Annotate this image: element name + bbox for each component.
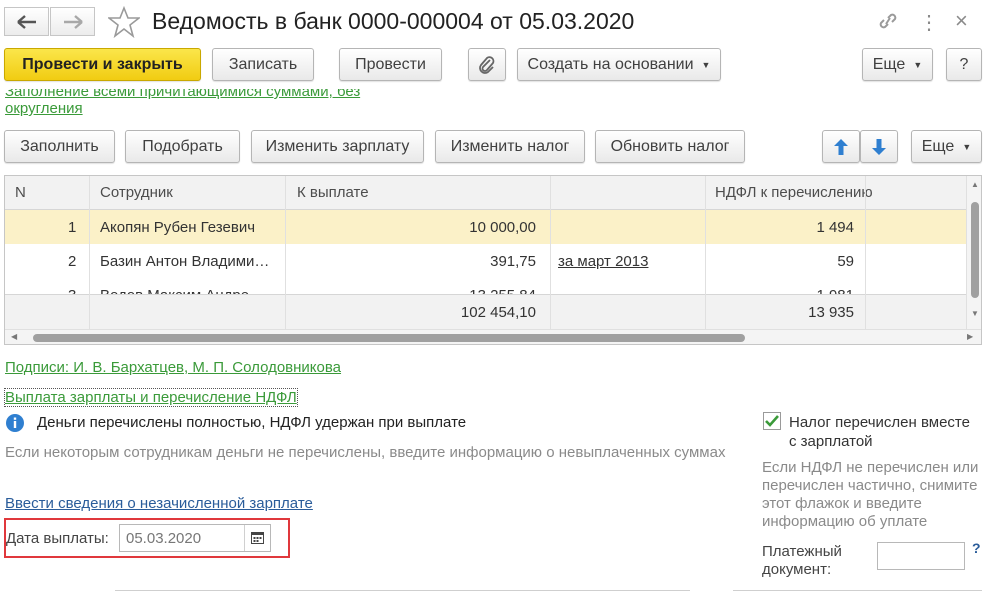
column-divider: [550, 176, 551, 329]
tax-hint-line2: перечислен частично, снимите: [762, 477, 978, 494]
scroll-left-arrow-icon[interactable]: ◀: [11, 332, 17, 341]
arrow-up-icon: [834, 138, 848, 155]
payment-doc-label-line2: документ:: [762, 561, 832, 578]
payment-doc-help-icon[interactable]: ?: [972, 540, 981, 556]
tax-hint-text: Если НДФЛ не перечислен или перечислен ч…: [762, 459, 978, 531]
link-icon[interactable]: [877, 11, 899, 36]
close-icon[interactable]: ×: [955, 8, 968, 34]
checkmark-icon: [765, 415, 779, 427]
employees-table[interactable]: N Сотрудник К выплате НДФЛ к перечислени…: [4, 175, 982, 345]
payout-date-label: Дата выплаты:: [6, 530, 109, 547]
fill-mode-line2: округления: [5, 100, 83, 117]
change-tax-button[interactable]: Изменить налог: [435, 130, 585, 163]
vertical-scrollbar[interactable]: ▲ ▼: [966, 176, 981, 329]
table-more-button[interactable]: Еще ▼: [911, 130, 982, 163]
back-button[interactable]: [4, 7, 49, 36]
bottom-divider: [115, 590, 690, 591]
scroll-up-arrow-icon[interactable]: ▲: [971, 180, 979, 189]
date-field-divider: [244, 525, 245, 551]
calendar-icon[interactable]: [251, 531, 264, 549]
change-salary-button[interactable]: Изменить зарплату: [251, 130, 424, 163]
table-header: N Сотрудник К выплате НДФЛ к перечислени…: [5, 176, 966, 210]
bottom-divider: [733, 590, 982, 591]
tax-paid-label-line2: с зарплатой: [789, 433, 873, 450]
employee-name: Акопян Рубен Гезевич: [100, 219, 256, 236]
move-down-button[interactable]: [860, 130, 898, 163]
column-divider: [89, 176, 90, 329]
scroll-right-arrow-icon[interactable]: ▶: [967, 332, 973, 341]
table-row[interactable]: 2 Базин Антон Владими… 391,75 за март 20…: [5, 244, 966, 278]
tax-paid-checkbox[interactable]: [763, 412, 781, 430]
more-label: Еще: [872, 55, 906, 73]
write-button[interactable]: Записать: [212, 48, 314, 81]
tax-hint-line3: этот флажок и введите: [762, 495, 922, 512]
post-button[interactable]: Провести: [339, 48, 442, 81]
more-button[interactable]: Еще ▼: [862, 48, 933, 81]
payment-doc-label: Платежный документ:: [762, 543, 842, 579]
column-header-ndfl[interactable]: НДФЛ к перечислению: [715, 184, 873, 201]
attach-button[interactable]: [468, 48, 506, 81]
vertical-scroll-thumb[interactable]: [971, 202, 979, 298]
payment-doc-field[interactable]: [877, 542, 965, 570]
payment-doc-label-line1: Платежный: [762, 543, 842, 560]
pick-button[interactable]: Подобрать: [125, 130, 240, 163]
move-up-button[interactable]: [822, 130, 860, 163]
total-ndfl: 13 935: [808, 304, 854, 321]
column-divider: [285, 176, 286, 329]
page-title: Ведомость в банк 0000-000004 от 05.03.20…: [152, 8, 635, 34]
table-row[interactable]: 1 Акопян Рубен Гезевич 10 000,00 1 494: [5, 210, 966, 244]
tax-paid-label-line1: Налог перечислен вместе: [789, 414, 970, 431]
employee-name: Базин Антон Владими…: [100, 253, 270, 270]
column-divider: [705, 176, 706, 329]
more-vertical-icon[interactable]: ⋮: [919, 10, 939, 35]
paperclip-icon: [479, 55, 495, 74]
help-button[interactable]: ?: [946, 48, 982, 81]
horizontal-scrollbar[interactable]: ◀ ▶: [5, 329, 981, 344]
payout-date-value: 05.03.2020: [126, 530, 202, 547]
arrow-down-icon: [872, 138, 886, 155]
tax-hint-line1: Если НДФЛ не перечислен или: [762, 459, 979, 476]
table-more-label: Еще: [921, 137, 955, 155]
column-header-amount[interactable]: К выплате: [297, 184, 369, 201]
update-tax-button[interactable]: Обновить налог: [595, 130, 745, 163]
payout-info-text: Деньги перечислены полностью, НДФЛ удерж…: [37, 414, 467, 431]
column-divider: [865, 176, 866, 329]
dropdown-arrow-icon: ▼: [913, 59, 923, 70]
total-amount: 102 454,10: [460, 304, 536, 321]
ndfl-value: 59: [837, 253, 854, 270]
row-number: 1: [68, 219, 77, 236]
favorite-star-icon[interactable]: [106, 5, 142, 43]
period-link[interactable]: за март 2013: [558, 253, 648, 270]
row-number: 2: [68, 253, 77, 270]
signatures-link[interactable]: Подписи: И. В. Бархатцев, М. П. Солодовн…: [5, 359, 341, 376]
create-based-on-button[interactable]: Создать на основании ▼: [517, 48, 721, 81]
table-totals-row: 102 454,10 13 935: [5, 294, 966, 330]
fill-mode-link[interactable]: Заполнение всеми причитающимися суммами,…: [5, 83, 361, 117]
table-row[interactable]: 3 Водов Максим Андре… 13 255,84 1 981: [5, 278, 966, 295]
arrow-right-icon: [63, 14, 83, 29]
dropdown-arrow-icon: ▼: [701, 59, 711, 70]
column-header-n[interactable]: N: [15, 184, 26, 201]
column-header-employee[interactable]: Сотрудник: [100, 184, 173, 201]
fill-button[interactable]: Заполнить: [4, 130, 115, 163]
arrow-left-icon: [16, 14, 36, 29]
ndfl-value: 1 494: [816, 219, 854, 236]
horizontal-scroll-thumb[interactable]: [33, 334, 745, 342]
post-and-close-button[interactable]: Провести и закрыть: [4, 48, 201, 81]
unpaid-salary-link[interactable]: Ввести сведения о незачисленной зарплате: [5, 495, 313, 512]
payout-hint-text: Если некоторым сотрудникам деньги не пер…: [5, 444, 726, 461]
amount-value: 391,75: [490, 253, 536, 270]
dropdown-arrow-icon: ▼: [962, 141, 972, 152]
fill-mode-line1: Заполнение всеми причитающимися суммами,…: [5, 83, 361, 100]
payout-section-header[interactable]: Выплата зарплаты и перечисление НДФЛ: [4, 388, 298, 407]
payout-date-field[interactable]: 05.03.2020: [119, 524, 271, 552]
tax-paid-label[interactable]: Налог перечислен вместе с зарплатой: [789, 413, 970, 451]
amount-value: 10 000,00: [469, 219, 536, 236]
info-icon: [5, 413, 25, 438]
scroll-down-arrow-icon[interactable]: ▼: [971, 309, 979, 318]
tax-hint-line4: информацию об уплате: [762, 513, 928, 530]
create-based-on-label: Создать на основании: [527, 55, 694, 73]
forward-button[interactable]: [50, 7, 95, 36]
